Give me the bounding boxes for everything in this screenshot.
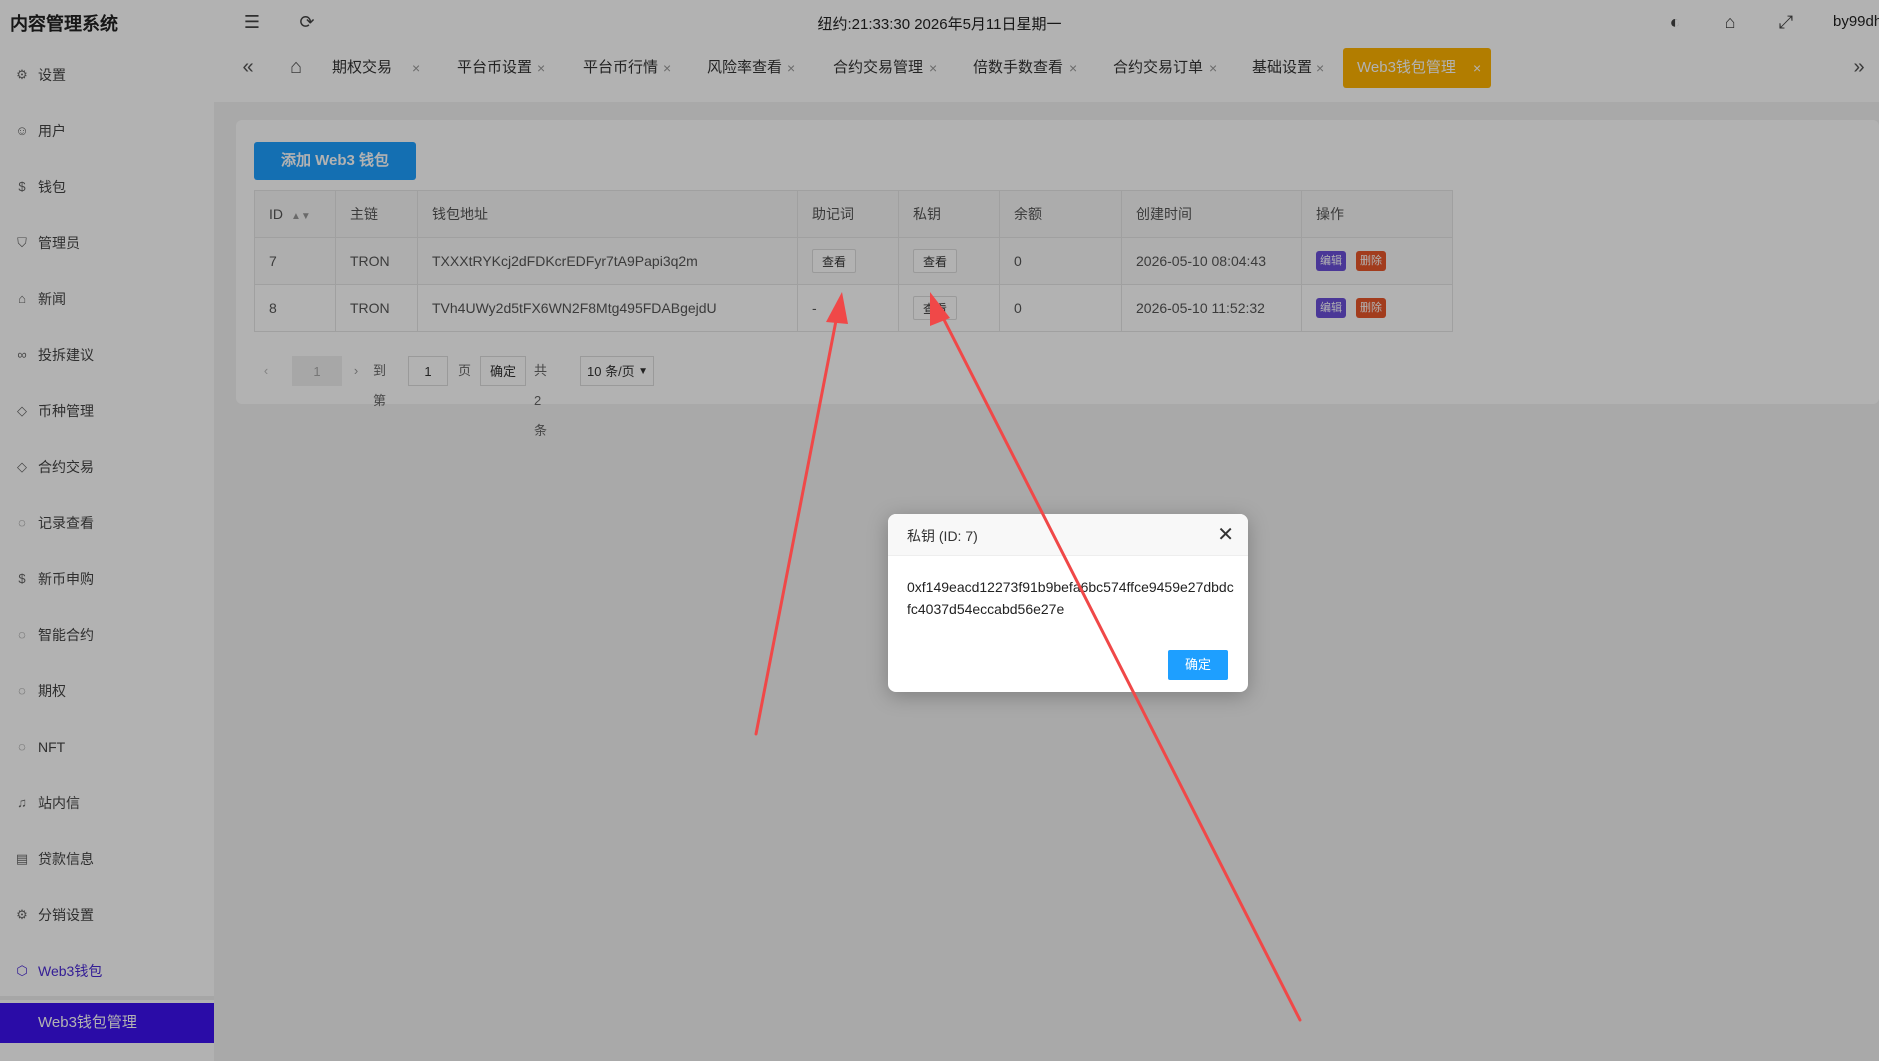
close-icon[interactable]: ✕ <box>1217 523 1234 547</box>
dialog-title: 私钥 (ID: 7) <box>907 528 978 544</box>
dialog-confirm-button[interactable]: 确定 <box>1168 650 1228 680</box>
dialog-header: 私钥 (ID: 7) ✕ <box>888 514 1248 556</box>
private-key-text: 0xf149eacd12273f91b9befa6bc574ffce9459e2… <box>907 579 1234 617</box>
private-key-dialog: 私钥 (ID: 7) ✕ 0xf149eacd12273f91b9befa6bc… <box>888 514 1248 692</box>
